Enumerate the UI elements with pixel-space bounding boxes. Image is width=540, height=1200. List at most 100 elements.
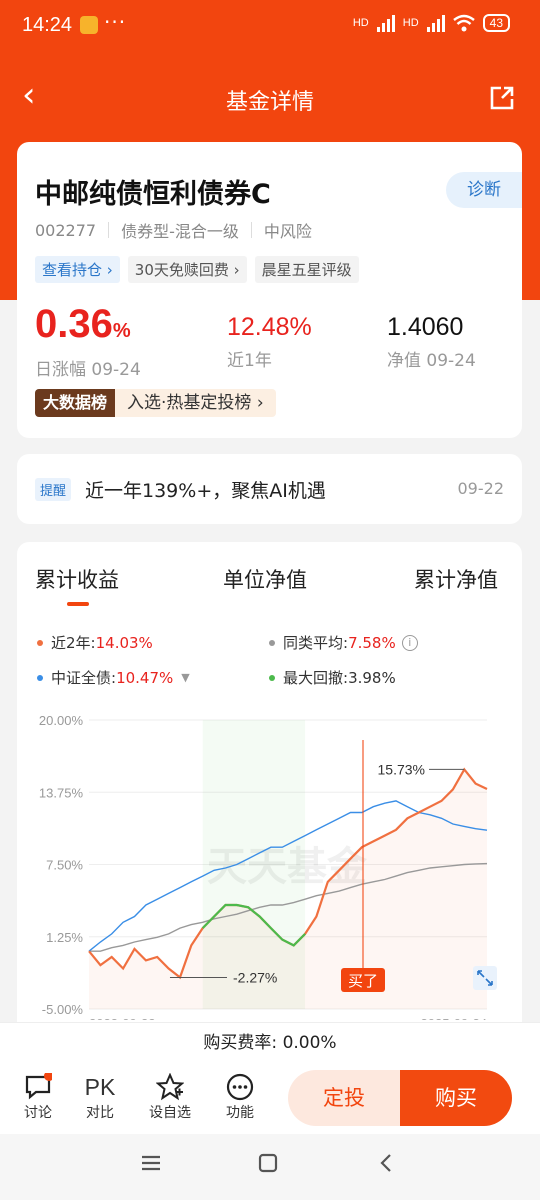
pk-icon: PK xyxy=(84,1073,116,1100)
free-redemption-tag[interactable]: 30天免赎回费 › xyxy=(127,256,247,283)
fund-tags: 查看持仓 › 30天免赎回费 › 晨星五星评级 xyxy=(35,256,359,283)
y-tick-label: 13.75% xyxy=(39,785,84,800)
morningstar-rating-tag: 晨星五星评级 xyxy=(254,256,359,283)
fund-type: 债券型-混合一级 xyxy=(121,222,239,241)
home-icon[interactable] xyxy=(257,1152,279,1174)
x-tick-label: 2025-09-24 xyxy=(421,1016,488,1020)
legend-drawdown-label: 最大回撤: xyxy=(283,669,349,687)
legend-index-label: 中证全债: xyxy=(51,669,117,687)
wifi-icon xyxy=(452,14,475,32)
tab-cumulative-nav[interactable]: 累计净值 xyxy=(414,564,498,594)
chart-tabs: 累计收益 单位净值 累计净值 xyxy=(17,564,522,606)
trough-label: -2.27% xyxy=(233,969,277,985)
tab-cumulative-return[interactable]: 累计收益 xyxy=(35,564,119,606)
fee-bar: 购买费率: 0.00% xyxy=(0,1022,540,1062)
auto-invest-button[interactable]: 定投 xyxy=(288,1070,400,1126)
signal-icon xyxy=(376,14,395,32)
share-icon[interactable] xyxy=(488,84,516,112)
reminder-date: 09-22 xyxy=(457,479,505,498)
diagnose-button[interactable]: 诊断 xyxy=(446,172,522,208)
year-return-stat: 12.48% 近1年 xyxy=(227,312,312,371)
nav-stat: 1.4060 净值 09-24 xyxy=(387,312,476,371)
reminder-card[interactable]: 提醒 近一年139%+，聚焦AI机遇 09-22 xyxy=(17,454,522,524)
legend-index[interactable]: 中证全债: 10.47% ▼ xyxy=(37,667,190,688)
y-tick-label: -5.00% xyxy=(42,1002,84,1017)
year-return-label: 近1年 xyxy=(227,351,272,371)
watchlist-label: 设自选 xyxy=(149,1105,191,1121)
fund-code: 002277 xyxy=(35,220,97,240)
bigdata-badge: 大数据榜 xyxy=(35,389,116,417)
performance-chart-card: 累计收益 单位净值 累计净值 近2年: 14.03% 同类平均: 7.58% i 中证… xyxy=(17,542,522,1042)
expand-icon[interactable] xyxy=(473,966,497,990)
nav-label: 净值 09-24 xyxy=(387,351,476,371)
daily-change-stat: 0.36% 日涨幅 09-24 xyxy=(35,302,141,380)
daily-change-value: 0.36 xyxy=(35,302,113,346)
legend-peer-value: 7.58% xyxy=(348,633,396,652)
daily-change-label: 日涨幅 09-24 xyxy=(35,360,141,380)
y-tick-label: 7.50% xyxy=(46,858,83,873)
fund-info-card: 中邮纯债恒利债券C 诊断 002277 债券型-混合一级 中风险 查看持仓 › … xyxy=(17,142,522,438)
system-nav-bar xyxy=(0,1134,540,1200)
legend-drawdown-value: 3.98% xyxy=(348,668,396,687)
bottom-action-bar: 讨论 PK 对比 设自选 功能 定投 购买 xyxy=(0,1062,540,1134)
discuss-label: 讨论 xyxy=(24,1105,52,1121)
nav-value: 1.4060 xyxy=(387,313,464,341)
compare-label: 对比 xyxy=(86,1105,114,1121)
network-label-1: HD xyxy=(352,17,369,29)
x-tick-label: 2023-09-22 xyxy=(89,1016,156,1020)
divider xyxy=(108,222,110,238)
more-notifications-icon: ··· xyxy=(104,10,127,34)
legend-peer-label: 同类平均: xyxy=(283,634,349,652)
legend-fund-label: 近2年: xyxy=(51,634,96,652)
divider xyxy=(250,222,252,238)
legend-fund: 近2年: 14.03% xyxy=(37,632,153,653)
legend-index-value: 10.47% xyxy=(116,668,174,687)
fund-meta: 002277 债券型-混合一级 中风险 xyxy=(35,218,312,242)
status-time: 14:24 xyxy=(22,14,73,36)
chat-icon xyxy=(25,1073,52,1100)
legend-dot xyxy=(37,639,43,646)
compare-button[interactable]: PK 对比 xyxy=(78,1072,122,1122)
return-chart[interactable]: 20.00% 13.75% 7.50% 1.25% -5.00% 2023-09-22 20… xyxy=(17,710,522,1020)
legend-fund-value: 14.03% xyxy=(95,633,153,652)
fee-value: 0.00% xyxy=(282,1033,337,1053)
notification-icon xyxy=(80,16,98,34)
year-return-value: 12.48% xyxy=(227,313,312,341)
signal-icon-2 xyxy=(426,14,445,32)
bigdata-text: 入选·热基定投榜 xyxy=(127,393,252,413)
daily-change-unit: % xyxy=(112,320,131,342)
view-holdings-tag[interactable]: 查看持仓 › xyxy=(35,256,120,283)
reminder-badge: 提醒 xyxy=(35,478,72,501)
legend-drawdown: 最大回撤: 3.98% xyxy=(269,667,396,688)
buy-marker-label: 买了 xyxy=(348,972,378,990)
reminder-text: 近一年139%+，聚焦AI机遇 xyxy=(85,480,326,502)
fund-stats: 0.36% 日涨幅 09-24 12.48% 近1年 1.4060 净值 09-… xyxy=(35,302,505,380)
functions-button[interactable]: 功能 xyxy=(218,1072,262,1122)
star-plus-icon xyxy=(156,1073,184,1101)
functions-label: 功能 xyxy=(226,1105,254,1121)
more-circle-icon xyxy=(226,1073,254,1101)
legend-dot xyxy=(269,639,275,646)
status-bar: 14:24 ··· HD HD 43 xyxy=(0,0,540,52)
fund-name: 中邮纯债恒利债券C xyxy=(35,179,271,210)
y-tick-label: 1.25% xyxy=(46,930,83,945)
drawdown-region xyxy=(202,720,306,1009)
tab-unit-nav[interactable]: 单位净值 xyxy=(223,564,307,594)
legend-dot xyxy=(37,674,43,681)
page-title: 基金详情 xyxy=(225,90,314,115)
info-icon[interactable]: i xyxy=(401,634,418,651)
discuss-button[interactable]: 讨论 xyxy=(16,1072,60,1122)
network-label-2: HD xyxy=(402,17,419,29)
dropdown-icon[interactable]: ▼ xyxy=(181,671,189,684)
back-nav-icon[interactable] xyxy=(376,1152,398,1174)
fee-label: 购买费率: xyxy=(203,1033,278,1053)
menu-icon[interactable] xyxy=(140,1152,162,1174)
chevron-right-icon: › xyxy=(256,393,264,413)
bigdata-ranking-banner[interactable]: 大数据榜 入选·热基定投榜 › xyxy=(35,389,276,417)
legend-peer: 同类平均: 7.58% i xyxy=(269,632,418,653)
add-watchlist-button[interactable]: 设自选 xyxy=(148,1072,192,1122)
buy-button[interactable]: 购买 xyxy=(400,1070,512,1126)
legend-dot xyxy=(269,674,275,681)
fund-risk: 中风险 xyxy=(263,222,312,241)
y-tick-label: 20.00% xyxy=(39,713,84,728)
